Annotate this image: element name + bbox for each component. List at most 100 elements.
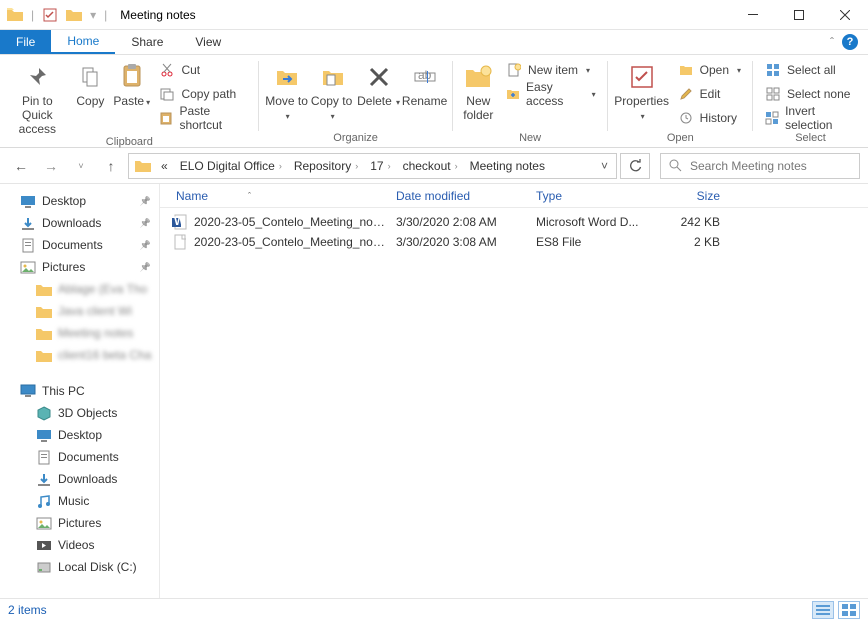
history-button[interactable]: History bbox=[672, 107, 747, 129]
nav-icon bbox=[36, 281, 52, 297]
help-icon[interactable]: ? bbox=[842, 34, 858, 50]
collapse-ribbon-icon[interactable]: ˆ bbox=[830, 35, 834, 49]
main-area: DesktopDownloadsDocumentsPicturesAblage … bbox=[0, 184, 868, 598]
edit-button[interactable]: Edit bbox=[672, 83, 747, 105]
search-input[interactable]: Search Meeting notes bbox=[660, 153, 860, 179]
refresh-button[interactable] bbox=[620, 153, 650, 179]
nav-icon bbox=[36, 515, 52, 531]
copy-button[interactable]: Copy bbox=[71, 57, 110, 109]
nav-item[interactable]: Local Disk (C:) bbox=[0, 556, 159, 578]
pin-to-quick-access-button[interactable]: Pin to Quick access bbox=[6, 57, 69, 136]
nav-icon bbox=[36, 325, 52, 341]
paste-shortcut-button[interactable]: Paste shortcut bbox=[153, 107, 252, 129]
nav-item[interactable]: Music bbox=[0, 490, 159, 512]
nav-icon bbox=[36, 537, 52, 553]
nav-icon bbox=[36, 427, 52, 443]
new-folder-button[interactable]: New folder bbox=[459, 57, 498, 123]
nav-icon bbox=[36, 559, 52, 575]
file-icon bbox=[172, 234, 188, 250]
nav-item[interactable]: Desktop bbox=[0, 424, 159, 446]
column-size[interactable]: Size bbox=[648, 189, 728, 203]
back-button[interactable]: ← bbox=[8, 153, 34, 179]
qat-folder-icon bbox=[4, 4, 26, 26]
address-bar[interactable]: « ELO Digital Office› Repository› 17› ch… bbox=[128, 153, 617, 179]
easy-access-button[interactable]: Easy access▾ bbox=[500, 83, 602, 105]
nav-item[interactable]: Documents bbox=[0, 234, 159, 256]
nav-item[interactable]: Pictures bbox=[0, 256, 159, 278]
tab-share[interactable]: Share bbox=[115, 30, 179, 54]
file-list: Nameˆ Date modified Type Size W 2020-23-0… bbox=[160, 184, 868, 598]
invert-selection-button[interactable]: Invert selection bbox=[759, 107, 862, 129]
qat-newfolder-icon[interactable] bbox=[63, 4, 85, 26]
details-view-button[interactable] bbox=[812, 601, 834, 619]
delete-button[interactable]: Delete ▾ bbox=[357, 57, 401, 109]
breadcrumb[interactable]: Repository› bbox=[288, 154, 364, 178]
nav-icon bbox=[20, 215, 36, 231]
tab-view[interactable]: View bbox=[179, 30, 237, 54]
sort-indicator-icon: ˆ bbox=[248, 191, 251, 201]
nav-item[interactable]: Documents bbox=[0, 446, 159, 468]
minimize-button[interactable] bbox=[730, 0, 776, 30]
nav-icon bbox=[36, 493, 52, 509]
file-type: Microsoft Word D... bbox=[528, 215, 648, 229]
paste-button[interactable]: Paste▾ bbox=[112, 57, 151, 109]
maximize-button[interactable] bbox=[776, 0, 822, 30]
copy-path-button[interactable]: Copy path bbox=[153, 83, 252, 105]
item-count: 2 items bbox=[8, 603, 47, 617]
properties-button[interactable]: Properties ▾ bbox=[614, 57, 670, 123]
breadcrumb[interactable]: ELO Digital Office› bbox=[174, 154, 288, 178]
nav-item[interactable]: Pictures bbox=[0, 512, 159, 534]
breadcrumb[interactable]: Meeting notes bbox=[464, 154, 551, 178]
file-size: 2 KB bbox=[648, 235, 728, 249]
file-icon: W bbox=[172, 214, 188, 230]
nav-icon bbox=[36, 471, 52, 487]
svg-text:ab: ab bbox=[418, 68, 432, 82]
file-name: 2020-23-05_Contelo_Meeting_notes bbox=[194, 215, 388, 229]
nav-this-pc[interactable]: This PC bbox=[0, 380, 159, 402]
ribbon: Pin to Quick access Copy Paste▾ Cut Copy… bbox=[0, 55, 868, 148]
status-bar: 2 items bbox=[0, 598, 868, 621]
nav-item[interactable]: Downloads bbox=[0, 468, 159, 490]
nav-item[interactable]: Downloads bbox=[0, 212, 159, 234]
select-none-button[interactable]: Select none bbox=[759, 83, 862, 105]
nav-icon bbox=[36, 303, 52, 319]
tab-file[interactable]: File bbox=[0, 30, 51, 54]
move-to-button[interactable]: Move to ▾ bbox=[265, 57, 309, 123]
select-all-button[interactable]: Select all bbox=[759, 59, 862, 81]
rename-button[interactable]: ab Rename bbox=[403, 57, 447, 109]
file-row[interactable]: 2020-23-05_Contelo_Meeting_note...3/30/2… bbox=[160, 232, 868, 252]
file-type: ES8 File bbox=[528, 235, 648, 249]
close-button[interactable] bbox=[822, 0, 868, 30]
nav-item[interactable]: Java client Wi bbox=[0, 300, 159, 322]
recent-locations-button[interactable]: ˅ bbox=[68, 153, 94, 179]
up-button[interactable]: ↑ bbox=[98, 153, 124, 179]
qat-properties-icon[interactable] bbox=[39, 4, 61, 26]
new-item-button[interactable]: New item▾ bbox=[500, 59, 602, 81]
window-title: Meeting notes bbox=[120, 8, 195, 22]
nav-item[interactable]: client16 beta Cha bbox=[0, 344, 159, 366]
nav-item[interactable]: Videos bbox=[0, 534, 159, 556]
navigation-bar: ← → ˅ ↑ « ELO Digital Office› Repository… bbox=[0, 148, 868, 184]
breadcrumb-overflow[interactable]: « bbox=[155, 154, 174, 178]
file-size: 242 KB bbox=[648, 215, 728, 229]
address-dropdown[interactable]: ˅ bbox=[595, 159, 614, 173]
copy-to-button[interactable]: Copy to ▾ bbox=[311, 57, 355, 123]
cut-button[interactable]: Cut bbox=[153, 59, 252, 81]
nav-item[interactable]: Desktop bbox=[0, 190, 159, 212]
nav-item[interactable]: Meeting notes bbox=[0, 322, 159, 344]
thumbnails-view-button[interactable] bbox=[838, 601, 860, 619]
breadcrumb[interactable]: 17› bbox=[364, 154, 396, 178]
file-row[interactable]: W2020-23-05_Contelo_Meeting_notes3/30/20… bbox=[160, 212, 868, 232]
file-date: 3/30/2020 3:08 AM bbox=[388, 235, 528, 249]
tab-home[interactable]: Home bbox=[51, 30, 115, 54]
column-type[interactable]: Type bbox=[528, 189, 648, 203]
column-name[interactable]: Nameˆ bbox=[168, 189, 388, 203]
nav-item[interactable]: Ablage (Eva Tho bbox=[0, 278, 159, 300]
folder-icon bbox=[135, 159, 151, 172]
breadcrumb[interactable]: checkout› bbox=[397, 154, 464, 178]
nav-icon bbox=[20, 259, 36, 275]
forward-button[interactable]: → bbox=[38, 153, 64, 179]
nav-item[interactable]: 3D Objects bbox=[0, 402, 159, 424]
open-button[interactable]: Open▾ bbox=[672, 59, 747, 81]
column-date[interactable]: Date modified bbox=[388, 189, 528, 203]
